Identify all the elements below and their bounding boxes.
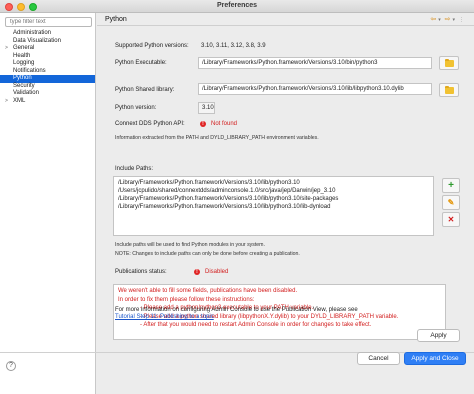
sidebar-item-label: General: [13, 45, 35, 51]
sidebar-item-python[interactable]: Python: [0, 75, 95, 83]
sidebar-item-label: Logging: [13, 60, 35, 66]
chevron-right-icon[interactable]: >: [5, 45, 8, 53]
sidebar-item-xml[interactable]: > XML: [0, 98, 95, 106]
publications-status-value: Disabled: [205, 269, 229, 275]
tutorial-link[interactable]: Tutorial Step 11: Publishing to a topic: [115, 314, 214, 320]
page-header: Python ⇦ ▾ ⇨ ▾ ⋮: [97, 13, 474, 26]
publications-status-label: Publications status:: [115, 269, 167, 275]
add-path-button[interactable]: +: [442, 178, 460, 193]
sidebar-item-label: Health: [13, 52, 31, 59]
filter-input[interactable]: [5, 17, 92, 27]
python-executable-field[interactable]: /Library/Frameworks/Python.framework/Ver…: [198, 57, 432, 69]
more-info-text: For more information on configuring Admi…: [115, 307, 358, 313]
status-message: In order to fix them please follow these…: [118, 296, 255, 303]
include-paths-label: Include Paths:: [115, 166, 154, 172]
view-menu-icon[interactable]: ⋮: [459, 17, 464, 23]
status-message: - After that you would need to restart A…: [140, 322, 372, 329]
error-icon: !: [194, 269, 200, 275]
window-title: Preferences: [216, 2, 258, 9]
back-arrow-icon[interactable]: ⇦: [430, 16, 436, 23]
info-text: Information extracted from the PATH and …: [115, 135, 319, 141]
sidebar-item-label: Notifications: [13, 67, 46, 74]
error-icon: !: [200, 121, 206, 127]
sidebar-item-general[interactable]: > General: [0, 45, 95, 53]
include-path-item[interactable]: /Users/jcpulido/shared/connextdds/adminc…: [118, 187, 429, 195]
sidebar-item-notifications[interactable]: Notifications: [0, 68, 95, 76]
python-preferences-page: Python ⇦ ▾ ⇨ ▾ ⋮ Supported Python versions…: [97, 13, 474, 394]
include-path-item[interactable]: /Library/Frameworks/Python.framework/Ver…: [118, 179, 429, 187]
connext-api-label: Connext DDS Python API:: [115, 121, 185, 127]
sidebar-item-label: Python: [13, 75, 32, 81]
sidebar-item-logging[interactable]: Logging: [0, 60, 95, 68]
python-shared-library-label: Python Shared library:: [115, 87, 175, 93]
edit-path-button[interactable]: ✎: [442, 195, 460, 210]
include-path-item[interactable]: /Library/Frameworks/Python.framework/Ver…: [118, 195, 429, 203]
browse-shared-library-button[interactable]: [439, 83, 459, 97]
folder-icon: [445, 58, 454, 67]
apply-button[interactable]: Apply: [417, 329, 460, 342]
sidebar-item-administration[interactable]: Administration: [0, 30, 95, 38]
include-note-2: NOTE: Changes to include paths can only …: [115, 251, 300, 257]
title-bar: Preferences: [0, 0, 474, 13]
cancel-button[interactable]: Cancel: [357, 352, 400, 365]
dialog-footer: ? Cancel Apply and Close: [0, 352, 474, 394]
status-message: We weren't able to fill some fields, pub…: [118, 288, 298, 294]
sidebar-item-label: XML: [13, 97, 26, 104]
apply-and-close-button[interactable]: Apply and Close: [404, 352, 466, 365]
browse-executable-button[interactable]: [439, 56, 459, 70]
python-shared-library-field[interactable]: /Library/Frameworks/Python.framework/Ver…: [198, 83, 432, 95]
help-icon[interactable]: ?: [6, 361, 16, 371]
include-paths-list[interactable]: /Library/Frameworks/Python.framework/Ver…: [113, 176, 434, 236]
include-note-1: Include paths will be used to find Pytho…: [115, 242, 265, 248]
preferences-tree: Administration Data Visualization > General…: [0, 30, 95, 105]
forward-arrow-icon[interactable]: ⇨: [445, 16, 451, 23]
sidebar-item-label: Data Visualization: [13, 37, 61, 44]
python-version-label: Python version:: [115, 105, 157, 111]
folder-icon: [445, 85, 454, 94]
preferences-sidebar: AdministrationData Visualization > General…: [0, 13, 96, 394]
chevron-right-icon[interactable]: >: [5, 98, 8, 106]
page-title: Python: [105, 16, 127, 23]
sidebar-item-security[interactable]: Security: [0, 83, 95, 91]
include-path-item[interactable]: /Library/Frameworks/Python.framework/Ver…: [118, 203, 429, 211]
sidebar-item-data-visualization[interactable]: Data Visualization: [0, 38, 95, 46]
python-executable-label: Python Executable:: [115, 60, 167, 66]
sidebar-item-validation[interactable]: Validation: [0, 90, 95, 98]
sidebar-item-label: Validation: [13, 90, 39, 96]
supported-versions-label: Supported Python versions:: [115, 43, 189, 49]
connext-api-status: Not found: [211, 121, 238, 127]
sidebar-item-label: Security: [13, 82, 35, 89]
history-nav: ⇦ ▾ ⇨ ▾ ⋮: [428, 15, 464, 23]
sidebar-item-health[interactable]: Health: [0, 53, 95, 61]
forward-dropdown-icon[interactable]: ▾: [453, 17, 456, 23]
supported-versions-value: 3.10, 3.11, 3.12, 3.8, 3.9: [201, 43, 266, 49]
back-dropdown-icon[interactable]: ▾: [438, 17, 441, 23]
sidebar-item-label: Administration: [13, 30, 52, 36]
python-version-field: 3.10: [198, 102, 215, 114]
remove-path-button[interactable]: ✕: [442, 212, 460, 227]
